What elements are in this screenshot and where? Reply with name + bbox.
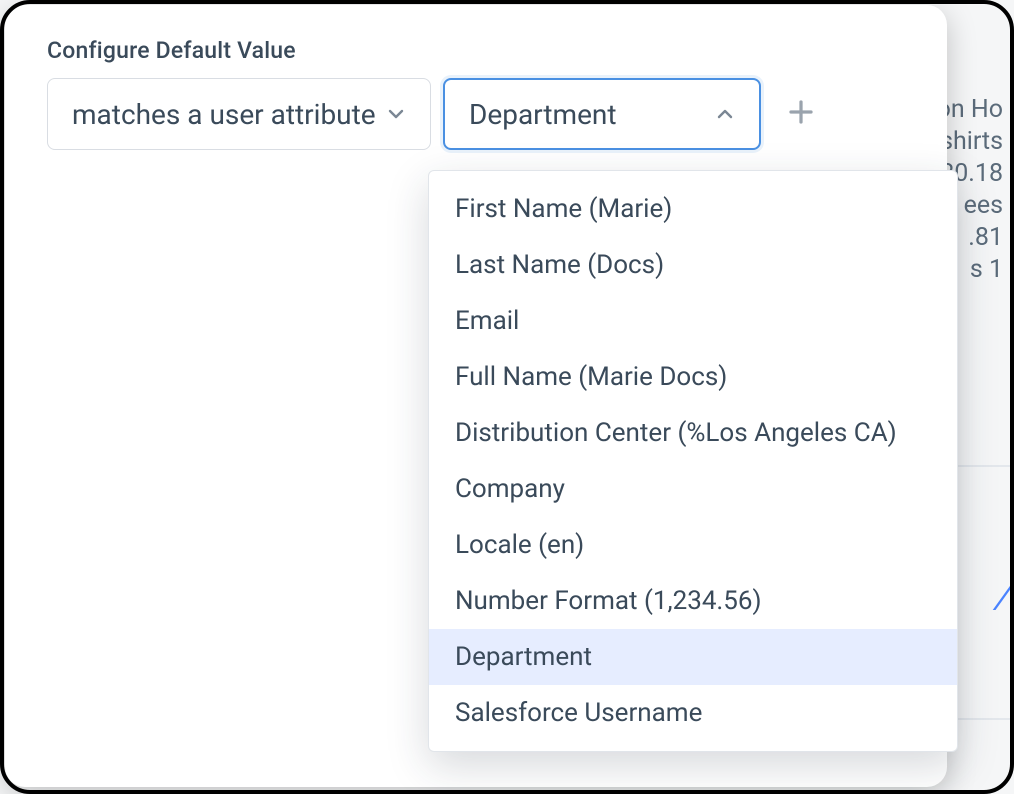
plus-icon — [786, 97, 816, 131]
attribute-select[interactable]: Department — [443, 78, 761, 150]
attribute-option[interactable]: Locale (en) — [429, 517, 957, 573]
attribute-option[interactable]: Last Name (Docs) — [429, 237, 957, 293]
attribute-option[interactable]: Company — [429, 461, 957, 517]
attribute-option[interactable]: Distribution Center (%Los Angeles CA) — [429, 405, 957, 461]
attribute-option[interactable]: Number Format (1,234.56) — [429, 573, 957, 629]
section-label: Configure Default Value — [47, 37, 905, 64]
attribute-option[interactable]: Email — [429, 293, 957, 349]
condition-select[interactable]: matches a user attribute — [47, 78, 431, 150]
attribute-option[interactable]: First Name (Marie) — [429, 181, 957, 237]
attribute-option[interactable]: Department — [429, 629, 957, 685]
attribute-select-value: Department — [469, 98, 617, 131]
bg-text-line: .81 — [968, 222, 1003, 253]
condition-select-value: matches a user attribute — [72, 98, 376, 131]
chevron-up-icon — [711, 100, 739, 128]
bg-text-line: ees — [964, 190, 1003, 221]
chevron-down-icon — [382, 100, 410, 128]
attribute-option[interactable]: Full Name (Marie Docs) — [429, 349, 957, 405]
bg-chart-line: ⁄ — [1003, 559, 1012, 624]
attribute-option[interactable]: Salesforce Username — [429, 685, 957, 741]
attribute-dropdown-listbox[interactable]: First Name (Marie)Last Name (Docs)EmailF… — [428, 170, 958, 752]
bg-text-line: s 1 — [970, 254, 1003, 285]
add-button[interactable] — [779, 92, 823, 136]
value-config-row: matches a user attribute Department — [47, 78, 905, 150]
